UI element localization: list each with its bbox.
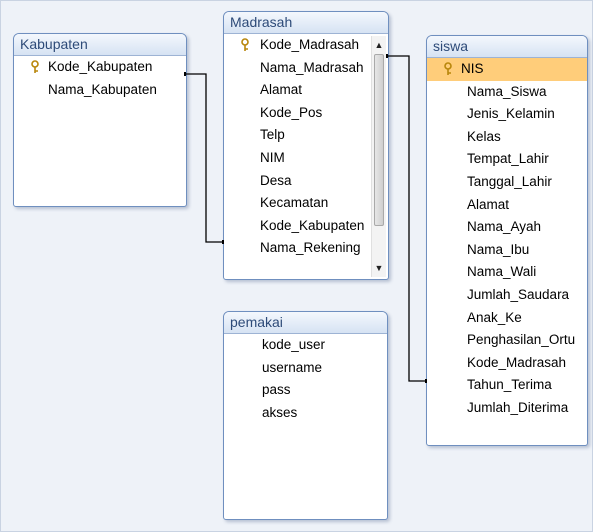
- relationships-canvas: Kabupaten Kode_Kabupaten Nama_Kabupaten …: [0, 0, 593, 532]
- relationship-lines: [184, 54, 427, 383]
- relation-madrasah-siswa[interactable]: [386, 54, 427, 383]
- relation-kabupaten-madrasah[interactable]: [184, 72, 224, 244]
